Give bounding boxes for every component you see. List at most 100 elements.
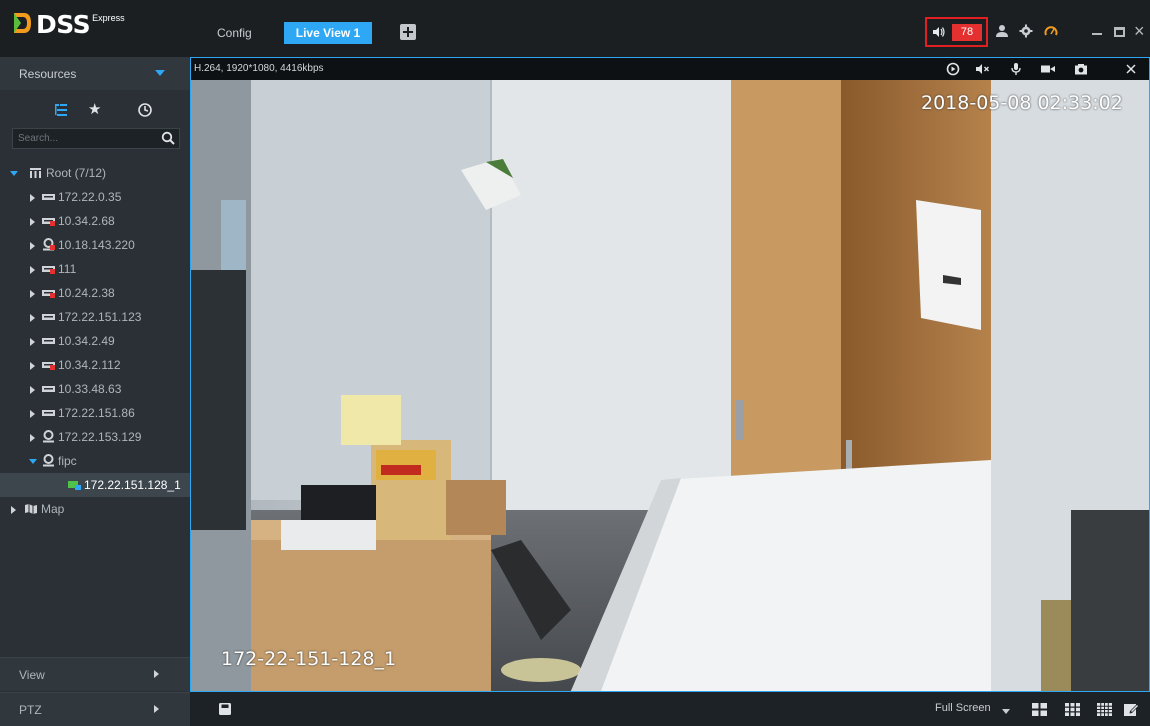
expand-arrow-icon[interactable] bbox=[30, 314, 35, 322]
ipc-device-icon bbox=[43, 430, 54, 443]
tree-node-label: 172.22.151.123 bbox=[58, 310, 142, 324]
ipc-alarm-device-icon bbox=[43, 238, 55, 251]
expand-arrow-icon[interactable] bbox=[30, 242, 35, 250]
performance-meter-icon[interactable] bbox=[1044, 24, 1058, 38]
tree-node-device[interactable]: 10.34.2.49 bbox=[0, 329, 190, 353]
stream-info: H.264, 1920*1080, 4416kbps bbox=[194, 63, 324, 74]
search-input[interactable] bbox=[13, 129, 153, 148]
nvr-alarm-device-icon bbox=[42, 290, 55, 298]
expand-arrow-icon bbox=[154, 705, 159, 713]
tree-node-device[interactable]: fipc bbox=[0, 449, 190, 473]
nvr-device-icon bbox=[42, 314, 55, 320]
app-logo: DSS Express bbox=[12, 10, 125, 40]
maximize-button[interactable] bbox=[1114, 27, 1125, 37]
nvr-device-icon bbox=[42, 194, 55, 200]
tree-node-channel-selected[interactable]: 172.22.151.128_1 bbox=[0, 473, 190, 497]
camera-channel-icon bbox=[68, 481, 81, 490]
chevron-down-icon[interactable] bbox=[1002, 709, 1010, 714]
expand-arrow-icon[interactable] bbox=[30, 362, 35, 370]
favorite-star-icon[interactable]: ★ bbox=[88, 102, 104, 118]
add-tab-button[interactable] bbox=[400, 24, 416, 40]
record-video-icon[interactable] bbox=[1041, 62, 1055, 76]
osd-timestamp: 2018-05-08 02:33:02 bbox=[921, 92, 1123, 114]
tree-node-device[interactable]: 10.24.2.38 bbox=[0, 281, 190, 305]
osd-channel-name: 172-22-151-128_1 bbox=[221, 648, 397, 670]
ptz-panel-toggle[interactable]: PTZ bbox=[0, 692, 190, 726]
expand-arrow-icon[interactable] bbox=[30, 410, 35, 418]
brand-suffix: Express bbox=[92, 13, 125, 23]
save-layout-icon[interactable] bbox=[219, 703, 231, 715]
tree-node-device[interactable]: 10.34.2.68 bbox=[0, 209, 190, 233]
playback-icon[interactable] bbox=[946, 62, 960, 76]
resource-sidebar: Resources ★ Root (7/12) bbox=[0, 57, 190, 726]
logo-mark-icon bbox=[14, 13, 31, 33]
expand-arrow-icon[interactable] bbox=[30, 290, 35, 298]
tree-node-label: Map bbox=[41, 502, 65, 516]
minimize-button[interactable] bbox=[1092, 33, 1102, 35]
alarm-indicator[interactable]: 78 bbox=[925, 17, 988, 47]
layout-3x3-icon[interactable] bbox=[1065, 703, 1080, 716]
layout-4x4-icon[interactable] bbox=[1097, 703, 1112, 716]
microphone-icon[interactable] bbox=[1009, 62, 1023, 76]
tree-view-icon[interactable] bbox=[53, 102, 69, 118]
tree-node-label: fipc bbox=[58, 454, 77, 468]
tree-node-label: 10.34.2.68 bbox=[58, 214, 115, 228]
layout-2x2-icon[interactable] bbox=[1032, 703, 1047, 716]
custom-layout-edit-icon[interactable] bbox=[1124, 703, 1139, 716]
view-label: View bbox=[19, 668, 45, 682]
expand-arrow-icon[interactable] bbox=[30, 218, 35, 226]
expand-arrow-icon[interactable] bbox=[30, 386, 35, 394]
nvr-alarm-device-icon bbox=[42, 218, 55, 226]
expand-arrow-icon[interactable] bbox=[11, 506, 16, 514]
view-panel-toggle[interactable]: View bbox=[0, 657, 190, 691]
tree-node-device[interactable]: 172.22.153.129 bbox=[0, 425, 190, 449]
tree-node-map[interactable]: Map bbox=[0, 497, 190, 521]
expand-arrow-icon[interactable] bbox=[10, 171, 18, 176]
alarm-count-badge: 78 bbox=[952, 24, 982, 41]
tree-node-root[interactable]: Root (7/12) bbox=[0, 161, 190, 185]
mute-icon[interactable] bbox=[976, 62, 990, 76]
nvr-device-icon bbox=[42, 338, 55, 344]
tree-node-label: 172.22.0.35 bbox=[58, 190, 122, 204]
live-video-feed[interactable]: 2018-05-08 02:33:02 172-22-151-128_1 bbox=[191, 80, 1149, 691]
map-icon bbox=[25, 504, 37, 514]
tab-live-view-1[interactable]: Live View 1 bbox=[284, 22, 372, 44]
resources-header[interactable]: Resources bbox=[0, 57, 190, 90]
tree-node-label: 10.24.2.38 bbox=[58, 286, 115, 300]
resources-dropdown-icon[interactable] bbox=[155, 70, 165, 76]
tree-node-device[interactable]: 111 bbox=[0, 257, 190, 281]
nvr-alarm-device-icon bbox=[42, 266, 55, 274]
video-info-bar: H.264, 1920*1080, 4416kbps bbox=[191, 58, 1149, 80]
fullscreen-dropdown[interactable]: Full Screen bbox=[935, 702, 991, 720]
expand-arrow-icon[interactable] bbox=[30, 434, 35, 442]
search-box bbox=[12, 128, 180, 149]
search-icon[interactable] bbox=[161, 131, 175, 145]
tree-node-device[interactable]: 10.18.143.220 bbox=[0, 233, 190, 257]
speaker-icon bbox=[933, 27, 945, 37]
tree-node-device[interactable]: 10.33.48.63 bbox=[0, 377, 190, 401]
gear-icon[interactable] bbox=[1019, 24, 1033, 38]
close-video-icon[interactable] bbox=[1124, 62, 1138, 76]
tree-node-label: Root (7/12) bbox=[46, 166, 107, 180]
video-window[interactable]: H.264, 1920*1080, 4416kbps 2018-05-08 02… bbox=[190, 57, 1150, 692]
expand-arrow-icon[interactable] bbox=[30, 338, 35, 346]
tree-node-device[interactable]: 10.34.2.112 bbox=[0, 353, 190, 377]
tree-node-device[interactable]: 172.22.151.123 bbox=[0, 305, 190, 329]
collapse-arrow-icon[interactable] bbox=[29, 459, 37, 464]
expand-arrow-icon[interactable] bbox=[30, 266, 35, 274]
snapshot-camera-icon[interactable] bbox=[1074, 62, 1088, 76]
user-icon[interactable] bbox=[995, 24, 1009, 38]
tree-node-label: 172.22.151.128_1 bbox=[84, 478, 181, 492]
tree-node-device[interactable]: 172.22.151.86 bbox=[0, 401, 190, 425]
tree-node-label: 172.22.151.86 bbox=[58, 406, 135, 420]
recent-clock-icon[interactable] bbox=[137, 102, 153, 118]
nvr-device-icon bbox=[42, 410, 55, 416]
close-button[interactable]: × bbox=[1134, 22, 1148, 40]
tab-config[interactable]: Config bbox=[205, 22, 264, 44]
tree-node-device[interactable]: 172.22.0.35 bbox=[0, 185, 190, 209]
ipc-device-icon bbox=[43, 454, 54, 467]
expand-arrow-icon[interactable] bbox=[30, 194, 35, 202]
expand-arrow-icon bbox=[154, 670, 159, 678]
tree-node-label: 111 bbox=[58, 262, 77, 276]
nvr-alarm-device-icon bbox=[42, 362, 55, 370]
